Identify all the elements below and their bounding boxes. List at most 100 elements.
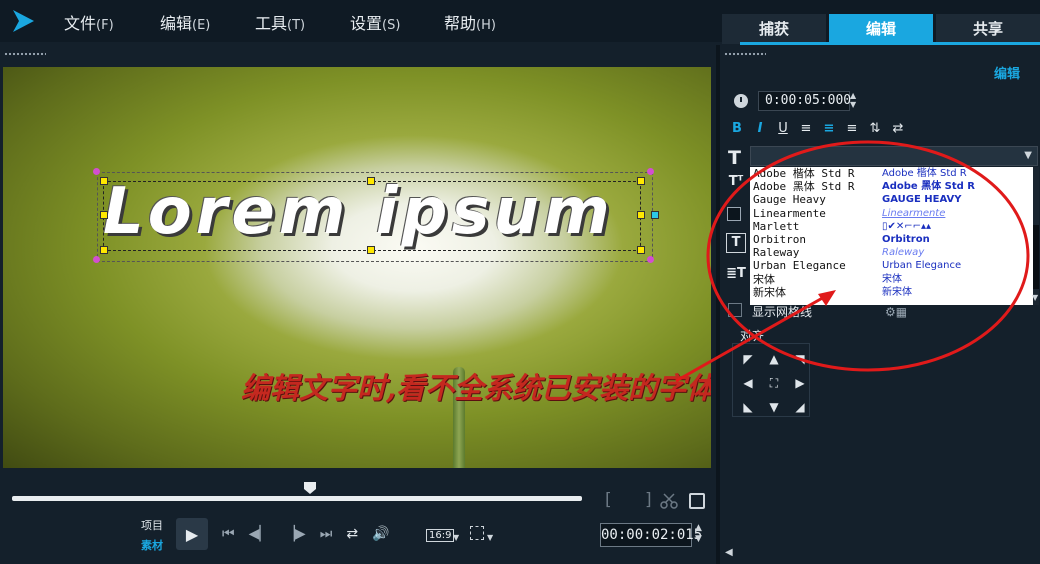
font-list-scrollbar[interactable]: ▼: [1032, 167, 1039, 305]
text-icon: T: [728, 147, 741, 169]
menu-file[interactable]: 文件(F): [64, 10, 114, 34]
menu-help[interactable]: 帮助(H): [444, 10, 496, 34]
font-option[interactable]: Raleway Raleway: [750, 246, 1033, 259]
text-background-icon[interactable]: T: [726, 233, 746, 253]
clock-icon: [734, 94, 748, 108]
duration-field[interactable]: 0:00:05:000: [758, 91, 851, 111]
align-grid: ◤ ▲ ◥ ◀ ⛶ ▶ ◣ ▼ ◢: [732, 343, 810, 417]
resize-handle[interactable]: [637, 211, 645, 219]
letter-spacing-button[interactable]: ⇄: [891, 121, 905, 136]
resize-handle[interactable]: [100, 246, 108, 254]
align-right-icon[interactable]: ▶: [788, 372, 812, 394]
align-top-right-icon[interactable]: ◥: [788, 348, 812, 370]
align-center-button[interactable]: ≡: [822, 121, 836, 136]
font-list[interactable]: Adobe 楷体 Std R Adobe 楷体 Std R Adobe 黑体 St…: [750, 167, 1033, 305]
text-color-swatch[interactable]: [727, 207, 741, 221]
mode-clip[interactable]: 素材: [141, 537, 163, 553]
chevron-down-icon[interactable]: ▼: [453, 533, 459, 542]
preview-window[interactable]: Lorem ipsum 编辑文字时,看不全系统已安装的字体: [3, 67, 711, 468]
title-text[interactable]: Lorem ipsum: [103, 175, 614, 249]
text-style-icon[interactable]: ≣T: [726, 265, 746, 285]
end-icon[interactable]: ⏭: [320, 526, 333, 542]
chevron-down-icon[interactable]: ▼: [487, 533, 493, 542]
font-dropdown[interactable]: ▼: [750, 146, 1038, 166]
align-left-icon[interactable]: ◀: [736, 372, 760, 394]
copy-icon[interactable]: [689, 493, 705, 509]
align-right-button[interactable]: ≡: [845, 121, 859, 136]
align-bottom-icon[interactable]: ▼: [762, 396, 786, 418]
selection-mode-icon[interactable]: [470, 526, 484, 540]
resize-handle[interactable]: [100, 177, 108, 185]
align-top-left-icon[interactable]: ◤: [736, 348, 760, 370]
prev-frame-icon[interactable]: ◀▏: [249, 526, 271, 542]
timecode-display[interactable]: 00:00:02:015: [600, 523, 702, 547]
scrubber-handle[interactable]: [303, 481, 317, 495]
scrollbar-thumb[interactable]: [1033, 225, 1039, 289]
font-option[interactable]: Gauge Heavy GAUGE HEAVY: [750, 193, 1033, 206]
skew-handle[interactable]: [651, 211, 659, 219]
duration-spinner[interactable]: ▲ ▼: [850, 91, 856, 109]
align-label: 对齐: [740, 329, 765, 343]
grid-label: 显示网格线: [752, 305, 813, 319]
chevron-down-icon[interactable]: ▼: [1024, 150, 1032, 161]
font-option[interactable]: 宋体 宋体: [750, 273, 1033, 286]
play-button[interactable]: ▶: [176, 518, 208, 550]
panel-grip[interactable]: [724, 52, 766, 56]
player-panel: Lorem ipsum 编辑文字时,看不全系统已安装的字体 [ ] 项目 素材 …: [0, 45, 716, 564]
font-size-icon[interactable]: Tᵀ: [726, 173, 746, 193]
options-title: 编辑: [994, 67, 1021, 82]
rotate-handle[interactable]: [647, 256, 654, 263]
annotation-text: 编辑文字时,看不全系统已安装的字体: [241, 371, 711, 405]
next-frame-icon[interactable]: ▕▶: [284, 526, 306, 542]
panel-grip[interactable]: [4, 52, 46, 56]
tab-edit[interactable]: 编辑: [829, 14, 933, 44]
font-option[interactable]: Adobe 楷体 Std R Adobe 楷体 Std R: [750, 167, 1033, 180]
bold-button[interactable]: B: [730, 121, 744, 136]
options-panel: 编辑 0:00:05:000 ▲ ▼ B I U ≡ ≡ ≡ ⇅ ⇄ T ▼ Tᵀ…: [720, 45, 1040, 564]
play-icon: ▶: [185, 524, 199, 544]
mode-project[interactable]: 项目: [141, 517, 163, 533]
align-center-icon[interactable]: ⛶: [762, 372, 786, 394]
font-option[interactable]: Linearmente Linearmente: [750, 207, 1033, 220]
rotate-handle[interactable]: [93, 168, 100, 175]
scissors-icon[interactable]: [660, 492, 678, 510]
menu-bar: 文件(F) 编辑(E) 工具(T) 设置(S) 帮助(H) 捕获 编辑 共享: [0, 0, 1040, 44]
rotate-handle[interactable]: [93, 256, 100, 263]
font-option[interactable]: 新宋体 新宋体: [750, 286, 1033, 299]
timeline-bar[interactable]: [12, 496, 582, 501]
trim-markers[interactable]: [ ]: [605, 490, 666, 510]
menu-settings[interactable]: 设置(S): [350, 10, 400, 34]
align-top-icon[interactable]: ▲: [762, 348, 786, 370]
resize-handle[interactable]: [637, 246, 645, 254]
gear-icon[interactable]: ⚙▦: [885, 305, 907, 319]
scroll-down-icon[interactable]: ▼: [1032, 293, 1038, 302]
menu-edit[interactable]: 编辑(E): [160, 10, 210, 34]
logo-icon: [13, 10, 34, 32]
italic-button[interactable]: I: [753, 121, 767, 136]
font-option[interactable]: Adobe 黑体 Std R Adobe 黑体 Std R: [750, 180, 1033, 193]
resize-handle[interactable]: [367, 246, 375, 254]
font-option[interactable]: Orbitron Orbitron: [750, 233, 1033, 246]
aspect-ratio-button[interactable]: 16:9: [426, 529, 455, 542]
align-left-button[interactable]: ≡: [799, 121, 813, 136]
align-bottom-left-icon[interactable]: ◣: [736, 396, 760, 418]
home-icon[interactable]: ⏮: [222, 526, 235, 542]
tab-share[interactable]: 共享: [936, 14, 1040, 44]
resize-handle[interactable]: [100, 211, 108, 219]
resize-handle[interactable]: [367, 177, 375, 185]
rotate-handle[interactable]: [647, 168, 654, 175]
timecode-spinner[interactable]: ▲ ▼: [695, 523, 702, 545]
grid-checkbox[interactable]: [728, 303, 742, 317]
align-bottom-right-icon[interactable]: ◢: [788, 396, 812, 418]
line-spacing-button[interactable]: ⇅: [868, 121, 882, 136]
resize-handle[interactable]: [637, 177, 645, 185]
collapse-icon[interactable]: ◀: [725, 547, 733, 558]
font-option[interactable]: Urban Elegance Urban Elegance: [750, 259, 1033, 272]
volume-icon[interactable]: 🔊: [372, 526, 389, 542]
font-option[interactable]: Marlett ▯✔✕⌐⌐▴▴: [750, 220, 1033, 233]
repeat-icon[interactable]: ⇄: [346, 526, 358, 542]
format-toolbar: B I U ≡ ≡ ≡ ⇅ ⇄: [730, 121, 905, 136]
underline-button[interactable]: U: [776, 121, 790, 136]
menu-tools[interactable]: 工具(T): [255, 10, 305, 34]
tab-capture[interactable]: 捕获: [722, 14, 826, 44]
